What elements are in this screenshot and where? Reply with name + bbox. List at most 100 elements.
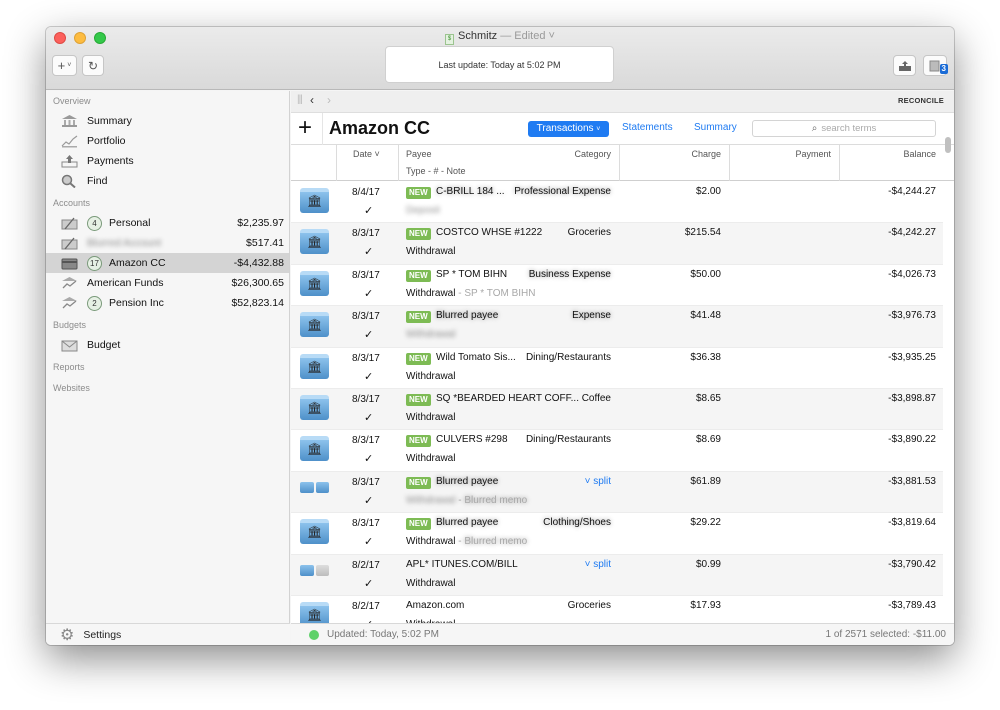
reconcile-button[interactable]: RECONCILE [898, 96, 944, 105]
inbox-button[interactable]: 3 [923, 55, 948, 76]
transaction-payee[interactable]: APL* ITUNES.COM/BILL [406, 559, 518, 570]
sidebar-account-pension-inc[interactable]: 2 Pension Inc $52,823.14 [46, 293, 289, 313]
section-websites[interactable]: Websites [46, 378, 289, 398]
new-badge: NEW [406, 476, 431, 489]
document-icon: $ [445, 34, 455, 45]
sidebar-item-find[interactable]: Find [46, 171, 289, 191]
cleared-checkmark-icon[interactable]: ✓ [364, 411, 373, 424]
transaction-row[interactable]: 8/3/17 ✓ NEW Wild Tomato Sis... Dining/Resta… [291, 348, 943, 389]
sidebar-item-label: Payments [87, 155, 134, 167]
transaction-payee[interactable]: Amazon.com [406, 600, 464, 611]
transaction-payee[interactable]: SQ *BEARDED HEART COFF... [436, 393, 579, 404]
transaction-category[interactable]: Groceries [568, 227, 611, 238]
add-button[interactable]: + ˅ [52, 55, 77, 76]
section-reports[interactable]: Reports [46, 357, 289, 377]
transaction-category[interactable]: Dining/Restaurants [526, 352, 611, 363]
transaction-row[interactable]: 8/2/17 ✓ APL* ITUNES.COM/BILL ˅ split Withdr… [291, 554, 943, 596]
column-balance[interactable]: Balance [903, 149, 936, 159]
window-title[interactable]: $ Schmitz — Edited ˅ [46, 30, 954, 45]
transaction-row[interactable]: 8/3/17 ✓ NEW Blurred payee Clothing/Shoes Wit… [291, 513, 943, 555]
transaction-icon [300, 601, 329, 623]
transaction-payee[interactable]: COSTCO WHSE #1222 [436, 227, 542, 238]
settings-label: Settings [83, 628, 122, 641]
transaction-payee[interactable]: SP * TOM BIHN [436, 269, 507, 280]
cleared-checkmark-icon[interactable]: ✓ [364, 328, 373, 341]
bank-icon [62, 115, 77, 127]
transaction-icon [300, 353, 329, 380]
cleared-checkmark-icon[interactable]: ✓ [364, 204, 373, 217]
column-date[interactable]: Date ˅ [353, 149, 380, 159]
unread-badge: 4 [87, 215, 102, 231]
sidebar-account-blurred[interactable]: Blurred Account $517.41 [46, 233, 289, 253]
transaction-charge: $50.00 [690, 268, 721, 280]
export-button[interactable] [893, 55, 916, 76]
column-charge[interactable]: Charge [691, 149, 721, 159]
column-type-note[interactable]: Type - # - Note [406, 166, 466, 176]
transaction-icon [300, 519, 329, 545]
transaction-category[interactable]: Professional Expense [514, 186, 611, 197]
account-balance: $26,300.65 [231, 277, 284, 289]
transaction-row[interactable]: 8/3/17 ✓ NEW Blurred payee ˅ split Withdrawal… [291, 471, 943, 514]
transaction-row[interactable]: 8/3/17 ✓ NEW Blurred payee Expense Withdrawal… [291, 306, 943, 348]
bank-folder-icon [300, 229, 329, 255]
transaction-payee[interactable]: Blurred payee [436, 517, 498, 528]
tab-summary[interactable]: Summary [694, 122, 737, 133]
sidebar-item-portfolio[interactable]: Portfolio [46, 131, 289, 151]
cleared-checkmark-icon[interactable]: ✓ [364, 577, 373, 590]
back-arrow-icon[interactable]: ‹ [310, 93, 314, 107]
tab-label: Transactions [536, 123, 594, 134]
transaction-category[interactable]: Business Expense [529, 269, 611, 280]
gear-icon: ⚙ [60, 626, 75, 644]
transaction-row[interactable]: 8/2/17✓Amazon.comGroceriesWithdrawal$17.… [291, 596, 943, 623]
transaction-category[interactable]: Groceries [568, 600, 611, 611]
transaction-payee[interactable]: CULVERS #298 [436, 434, 508, 445]
sidebar-item-payments[interactable]: Payments [46, 151, 289, 171]
cleared-checkmark-icon[interactable]: ✓ [364, 370, 373, 383]
cleared-checkmark-icon[interactable]: ✓ [364, 494, 373, 507]
unread-badge: 2 [87, 295, 102, 311]
column-payment[interactable]: Payment [795, 149, 831, 159]
sidebar-account-amazon-cc[interactable]: 17 Amazon CC -$4,432.88 [46, 253, 289, 273]
forward-arrow-icon[interactable]: › [327, 93, 331, 107]
tab-statements[interactable]: Statements [622, 122, 673, 133]
transaction-payee[interactable]: C-BRILL 184 ... [436, 186, 505, 197]
transaction-row[interactable]: 8/3/17 ✓ NEW COSTCO WHSE #1222 Groceries With… [291, 223, 943, 265]
transaction-payee[interactable]: Blurred payee [436, 310, 498, 321]
transaction-type-line: Withdrawal [406, 412, 455, 423]
sidebar-account-american-funds[interactable]: American Funds $26,300.65 [46, 273, 289, 293]
cleared-checkmark-icon[interactable]: ✓ [364, 535, 373, 548]
add-transaction-button[interactable]: + [298, 114, 312, 142]
transaction-payee[interactable]: Blurred payee [436, 476, 498, 487]
split-toggle[interactable]: ˅ split [585, 476, 611, 487]
transaction-row[interactable]: 8/4/17 ✓ NEW C-BRILL 184 ... Professional Ex… [291, 182, 943, 224]
sidebar-toggle-handle[interactable]: ||| [297, 94, 303, 105]
transaction-category[interactable]: Dining/Restaurants [526, 434, 611, 445]
column-divider [336, 145, 337, 181]
tab-transactions[interactable]: Transactions ˅ [528, 121, 609, 137]
cleared-checkmark-icon[interactable]: ✓ [364, 287, 373, 300]
transaction-category[interactable]: Expense [572, 310, 611, 321]
column-category[interactable]: Category [574, 149, 611, 159]
bank-folder-icon [300, 436, 329, 462]
search-input[interactable]: ⌕ search terms [752, 120, 936, 137]
transaction-payee[interactable]: Wild Tomato Sis... [436, 352, 516, 363]
sidebar-item-summary[interactable]: Summary [46, 111, 289, 131]
transaction-row[interactable]: 8/3/17 ✓ NEW SP * TOM BIHN Business Expense W… [291, 265, 943, 307]
split-toggle[interactable]: ˅ split [585, 559, 611, 570]
cleared-checkmark-icon[interactable]: ✓ [364, 452, 373, 465]
transaction-category[interactable]: Coffee [582, 393, 611, 404]
transaction-date: 8/3/17 [352, 393, 380, 405]
cleared-checkmark-icon[interactable]: ✓ [364, 245, 373, 258]
payments-icon [61, 155, 78, 168]
transaction-icon [300, 270, 329, 297]
refresh-button[interactable]: ↻ [82, 55, 104, 76]
transaction-row[interactable]: 8/3/17 ✓ NEW SQ *BEARDED HEART COFF...Coffe… [291, 388, 943, 431]
chevron-down-icon: ˅ [596, 126, 601, 133]
column-payee[interactable]: Payee [406, 149, 432, 159]
sidebar-account-personal[interactable]: 4 Personal $2,235.97 [46, 213, 289, 233]
settings-button[interactable]: ⚙ Settings [46, 623, 290, 645]
transaction-row[interactable]: 8/3/17 ✓ NEW CULVERS #298 Dining/Restaurants… [291, 430, 943, 472]
account-balance: $2,235.97 [237, 217, 284, 229]
transaction-category[interactable]: Clothing/Shoes [543, 517, 611, 528]
sidebar-item-budget[interactable]: Budget [46, 335, 289, 355]
